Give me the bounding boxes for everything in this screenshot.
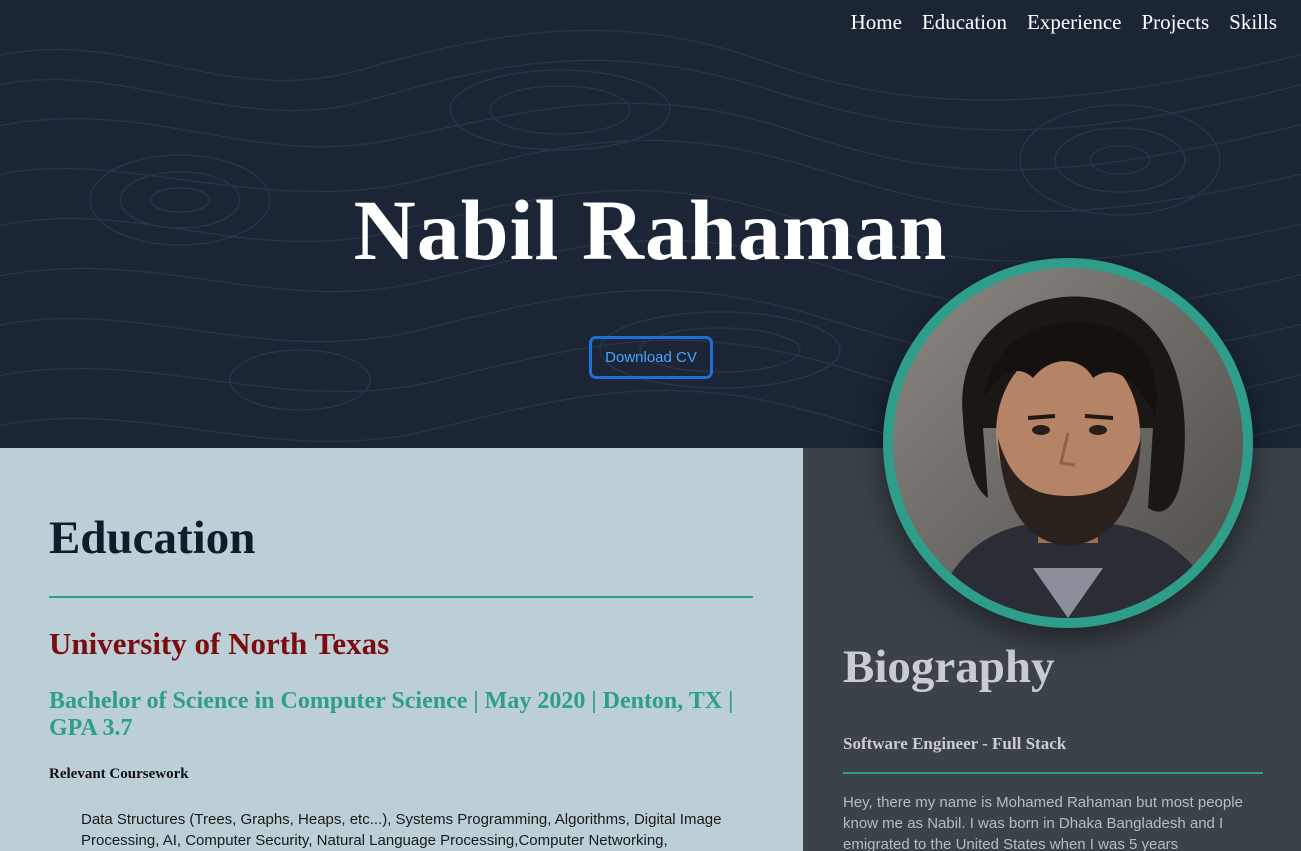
education-title: Education bbox=[49, 512, 256, 564]
biography-divider bbox=[843, 772, 1263, 774]
main-nav: Home Education Experience Projects Skill… bbox=[851, 10, 1277, 35]
nav-projects[interactable]: Projects bbox=[1141, 10, 1209, 35]
biography-text: Hey, there my name is Mohamed Rahaman bu… bbox=[843, 794, 1243, 851]
nav-experience[interactable]: Experience bbox=[1027, 10, 1121, 35]
biography-role: Software Engineer - Full Stack bbox=[843, 734, 1067, 753]
download-cv-button[interactable]: Download CV bbox=[589, 336, 713, 379]
university-name: University of North Texas bbox=[49, 626, 390, 661]
education-section: Education University of North Texas Bach… bbox=[0, 448, 803, 851]
profile-photo-icon bbox=[893, 268, 1243, 618]
nav-skills[interactable]: Skills bbox=[1229, 10, 1277, 35]
coursework-list: Data Structures (Trees, Graphs, Heaps, e… bbox=[81, 811, 722, 849]
coursework-label: Relevant Coursework bbox=[49, 766, 189, 782]
education-divider bbox=[49, 596, 753, 598]
avatar bbox=[893, 268, 1243, 618]
nav-education[interactable]: Education bbox=[922, 10, 1007, 35]
degree-line: Bachelor of Science in Computer Science … bbox=[49, 688, 734, 741]
biography-title: Biography bbox=[843, 641, 1055, 693]
nav-home[interactable]: Home bbox=[851, 10, 902, 35]
